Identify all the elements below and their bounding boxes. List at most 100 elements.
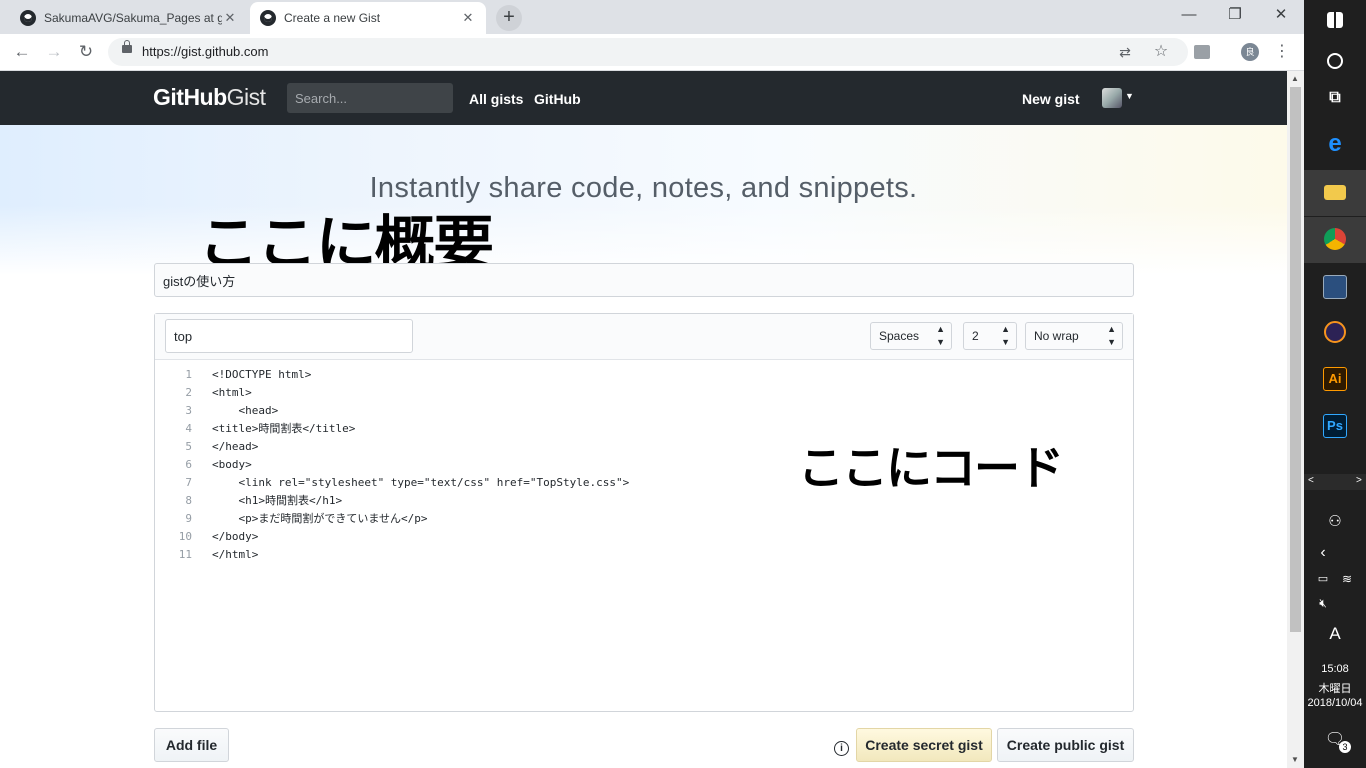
mysql-workbench-icon — [1323, 275, 1347, 299]
line-text: </html> — [212, 548, 259, 561]
edge-taskbar-app[interactable]: e — [1304, 122, 1366, 168]
task-view-icon: ⧉ — [1329, 89, 1341, 106]
github-favicon-icon — [260, 10, 276, 26]
people-icon[interactable]: ⚇ — [1304, 512, 1366, 530]
code-line: 4 <title>時間割表</title> — [155, 420, 629, 438]
illustrator-taskbar-app[interactable]: Ai — [1304, 356, 1366, 402]
reload-icon[interactable]: ↻ — [74, 40, 98, 64]
clock-weekday[interactable]: 木曜日 — [1304, 680, 1366, 696]
line-number: 11 — [178, 548, 192, 561]
code-line: 3 <head> — [155, 402, 629, 420]
forward-icon[interactable]: → — [42, 40, 66, 64]
info-icon[interactable]: i — [834, 741, 849, 756]
wifi-icon[interactable]: ≋ — [1316, 572, 1366, 586]
browser-toolbar: ← → ↻ https://gist.github.com ⇄ ☆ 良 ⋮ — [0, 34, 1304, 71]
code-line: 5 </head> — [155, 438, 629, 456]
translate-icon[interactable]: ⇄ — [1116, 43, 1134, 61]
line-number: 5 — [185, 440, 192, 453]
code-line: 9 <p>まだ時間割ができていません</p> — [155, 510, 629, 528]
line-text: <title>時間割表</title> — [212, 422, 356, 435]
volume-muted-icon[interactable]: 🔇︎ — [1292, 596, 1354, 611]
tab-title: SakumaAVG/Sakuma_Pages at gi — [44, 11, 222, 25]
minimize-button[interactable]: — — [1166, 0, 1212, 30]
code-line: 1 <!DOCTYPE html> — [155, 366, 629, 384]
profile-avatar-icon[interactable]: 良 — [1241, 43, 1259, 61]
close-tab-icon[interactable]: ✕ — [222, 10, 238, 26]
chrome-icon — [1324, 228, 1346, 250]
address-bar[interactable]: https://gist.github.com ⇄ ☆ — [108, 38, 1188, 66]
mysql-workbench-taskbar-app[interactable] — [1304, 264, 1366, 310]
line-number: 1 — [185, 368, 192, 381]
scroll-up-icon[interactable]: ▲ — [1291, 74, 1299, 83]
line-text: <p>まだ時間割ができていません</p> — [212, 512, 428, 525]
close-tab-icon[interactable]: ✕ — [460, 10, 476, 26]
maximize-button[interactable]: ❐ — [1212, 0, 1258, 30]
nav-github-link[interactable]: GitHub — [534, 91, 581, 107]
wrap-mode-select[interactable]: No wrap ▲ ▼ — [1025, 322, 1123, 350]
indent-mode-select[interactable]: Spaces ▲ ▼ — [870, 322, 952, 350]
file-editor: Spaces ▲▼ 2 ▲▼ No wrap ▲▼ 1 <!DOCTYPE htm… — [154, 313, 1134, 712]
line-text: <h1>時間割表</h1> — [212, 494, 343, 507]
photoshop-taskbar-app[interactable]: Ps — [1304, 403, 1366, 449]
search-input[interactable] — [287, 83, 453, 113]
code-line: 2 <html> — [155, 384, 629, 402]
eclipse-taskbar-app[interactable] — [1304, 310, 1366, 356]
user-avatar[interactable] — [1102, 88, 1122, 108]
add-file-button[interactable]: Add file — [154, 728, 229, 762]
back-icon[interactable]: ← — [10, 40, 34, 64]
line-text: <html> — [212, 386, 252, 399]
code-line: 8 <h1>時間割表</h1> — [155, 492, 629, 510]
new-gist-link[interactable]: New gist — [1022, 91, 1080, 107]
bookmark-star-icon[interactable]: ☆ — [1152, 43, 1170, 61]
chevron-left-icon[interactable]: < — [1308, 475, 1314, 486]
photoshop-icon: Ps — [1323, 414, 1347, 438]
line-text: <body> — [212, 458, 252, 471]
scroll-down-icon[interactable]: ▼ — [1291, 755, 1299, 764]
illustrator-icon: Ai — [1323, 367, 1347, 391]
code-annotation: ここにコード — [798, 441, 1064, 495]
indent-size-select[interactable]: 2 ▲ ▼ — [963, 322, 1017, 350]
page-scrollbar[interactable]: ▲ ▼ — [1287, 71, 1304, 768]
create-public-gist-button[interactable]: Create public gist — [997, 728, 1134, 762]
line-number: 2 — [185, 386, 192, 399]
tab-title: Create a new Gist — [284, 11, 381, 25]
window-close-button[interactable]: ✕ — [1258, 0, 1304, 30]
ime-indicator[interactable]: A — [1304, 624, 1366, 644]
code-line: 6 <body> — [155, 456, 629, 474]
code-line: 10 </body> — [155, 528, 629, 546]
create-secret-gist-button[interactable]: Create secret gist — [856, 728, 992, 762]
new-tab-button[interactable]: + — [496, 5, 522, 31]
tab-create-gist[interactable]: Create a new Gist ✕ — [250, 2, 486, 34]
line-number: 3 — [185, 404, 192, 417]
show-hidden-icons-icon[interactable]: ‹ — [1292, 544, 1354, 562]
extension-icon[interactable] — [1194, 45, 1210, 59]
task-view-button[interactable]: ⧉ — [1304, 76, 1366, 122]
nav-all-gists-link[interactable]: All gists — [469, 91, 523, 107]
notification-center-icon[interactable]: 🗨︎ — [1304, 729, 1366, 749]
clock-time[interactable]: 15:08 — [1304, 663, 1366, 675]
file-explorer-taskbar-app[interactable] — [1304, 170, 1366, 216]
line-number: 6 — [185, 458, 192, 471]
line-number: 8 — [185, 494, 192, 507]
filename-input[interactable] — [165, 319, 413, 353]
folder-icon — [1324, 185, 1346, 200]
chevron-right-icon[interactable]: > — [1356, 475, 1362, 486]
select-arrows-icon: ▲ ▼ — [1107, 324, 1116, 347]
code-area[interactable]: 1 <!DOCTYPE html> 2 <html> 3 <head> 4 <titl… — [155, 366, 629, 564]
tray-scroll-bar[interactable]: < > — [1304, 474, 1366, 490]
indent-mode-value: Spaces — [879, 329, 920, 343]
line-text: <link rel="stylesheet" type="text/css" h… — [212, 476, 630, 489]
start-button[interactable] — [1304, 0, 1366, 46]
wrap-mode-value: No wrap — [1034, 329, 1079, 343]
gist-description-input[interactable] — [154, 263, 1134, 297]
select-arrows-icon: ▲ ▼ — [936, 324, 945, 347]
clock-date[interactable]: 2018/10/04 — [1304, 697, 1366, 709]
edge-icon: e — [1328, 130, 1342, 157]
lock-icon — [122, 40, 132, 53]
tab-sakuma-pages[interactable]: SakumaAVG/Sakuma_Pages at gi ✕ — [10, 2, 248, 34]
github-gist-logo[interactable]: GitHubGist — [153, 84, 266, 111]
caret-down-icon[interactable]: ▼ — [1125, 91, 1134, 101]
chrome-taskbar-app[interactable] — [1304, 217, 1366, 263]
menu-dots-icon[interactable]: ⋮ — [1273, 43, 1291, 61]
line-number: 10 — [178, 530, 192, 543]
